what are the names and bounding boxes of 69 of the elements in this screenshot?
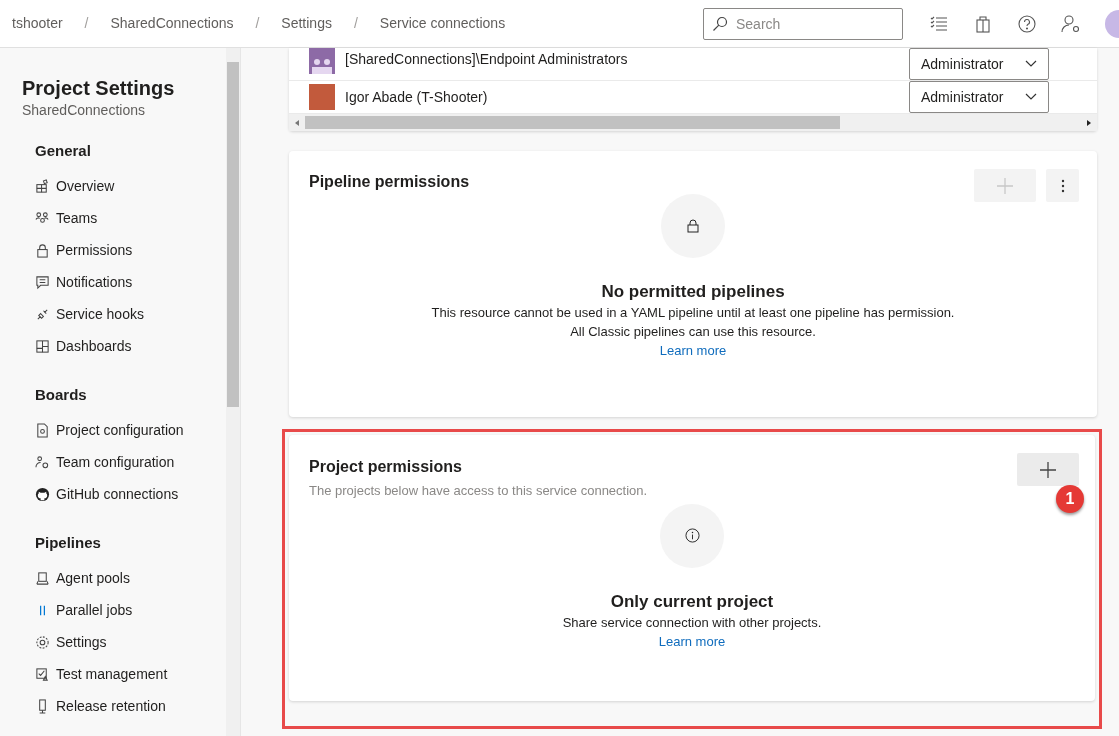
empty-state-title: No permitted pipelines: [601, 281, 785, 303]
member-name: Igor Abade (T-Shooter): [345, 87, 488, 107]
sidebar-item[interactable]: Team configuration: [35, 446, 226, 478]
search-field[interactable]: Search: [703, 7, 903, 40]
empty-state-text: Share service connection with other projects.: [562, 613, 822, 632]
sidebar-item[interactable]: Settings: [35, 626, 226, 658]
empty-state-title: Only current project: [610, 590, 774, 613]
sidebar-item[interactable]: Dashboards: [35, 330, 226, 362]
empty-state-text: All Classic pipelines can use this resource.: [570, 323, 816, 341]
plus-icon: [1040, 461, 1056, 478]
sidebar-item[interactable]: Test management: [35, 658, 226, 690]
github-icon: [35, 486, 50, 502]
sidebar-item[interactable]: Agent pools: [35, 562, 226, 594]
card-subtitle: The projects below have access to this service connection.: [309, 482, 648, 500]
breadcrumb-separator: /: [353, 14, 358, 33]
plus-icon: [997, 177, 1013, 194]
breadcrumb-link[interactable]: Service connections: [379, 13, 506, 34]
sidebar-item[interactable]: Project configuration: [35, 414, 226, 446]
breadcrumb-link[interactable]: Settings: [281, 13, 332, 34]
photo-placeholder: [309, 84, 335, 110]
sidebar-item[interactable]: Overview: [35, 170, 226, 202]
empty-state-text: This resource cannot be used in a YAML pipeline until at least one pipeline has permission.: [431, 304, 955, 322]
test-icon: [35, 666, 50, 682]
section-heading: Pipelines: [35, 533, 102, 553]
dashboard-icon: [35, 338, 50, 354]
section-heading: Boards: [35, 385, 88, 405]
sidebar-item[interactable]: Release retention: [35, 690, 226, 722]
computer-icon: [35, 570, 50, 586]
card-title: Project permissions: [309, 457, 463, 477]
breadcrumb-separator: /: [84, 14, 89, 33]
people-icon: [35, 210, 50, 226]
overview-icon: [35, 178, 50, 194]
more-icon: [1060, 178, 1065, 193]
shopping-bag-icon[interactable]: [973, 13, 993, 34]
group-avatar: [309, 48, 335, 74]
search-icon: [712, 15, 728, 32]
lock-icon: [687, 219, 699, 233]
sidebar-item[interactable]: Notifications: [35, 266, 226, 298]
breadcrumb-separator: /: [255, 14, 260, 33]
role-dropdown[interactable]: Administrator: [909, 81, 1049, 113]
project-name: SharedConnections: [22, 101, 146, 119]
user-settings-icon[interactable]: [1061, 13, 1081, 34]
sidebar-item[interactable]: Permissions: [35, 234, 226, 266]
step-number-badge: 1: [1056, 485, 1084, 513]
help-icon[interactable]: [1017, 13, 1037, 34]
document-gear-icon: [35, 422, 50, 438]
member-name: [SharedConnections]\Endpoint Administrators: [345, 50, 628, 69]
sidebar-item[interactable]: Parallel jobs: [35, 594, 226, 626]
breadcrumb-link[interactable]: tshooter: [12, 13, 63, 34]
learn-more-link[interactable]: Learn more: [659, 341, 727, 360]
card-title: Pipeline permissions: [309, 172, 470, 192]
horizontal-scrollbar[interactable]: [289, 114, 1097, 131]
sidebar-title: Project Settings: [22, 76, 176, 101]
gear-icon: [35, 634, 50, 650]
role-dropdown[interactable]: Administrator: [909, 48, 1049, 80]
sidebar-item[interactable]: GitHub connections: [35, 478, 226, 510]
chevron-down-icon: [1025, 60, 1037, 68]
sidebar-item[interactable]: Teams: [35, 202, 226, 234]
scrollbar[interactable]: [226, 48, 240, 736]
section-heading: General: [35, 141, 92, 161]
chat-icon: [35, 274, 50, 290]
add-button[interactable]: [1017, 453, 1079, 486]
breadcrumb-link[interactable]: SharedConnections: [110, 13, 234, 34]
lock-icon: [35, 242, 50, 258]
learn-more-link[interactable]: Learn more: [658, 631, 726, 651]
sidebar-item[interactable]: Service hooks: [35, 298, 226, 330]
people-gear-icon: [35, 454, 50, 470]
info-icon: [684, 528, 700, 543]
chevron-down-icon: [1025, 93, 1037, 101]
